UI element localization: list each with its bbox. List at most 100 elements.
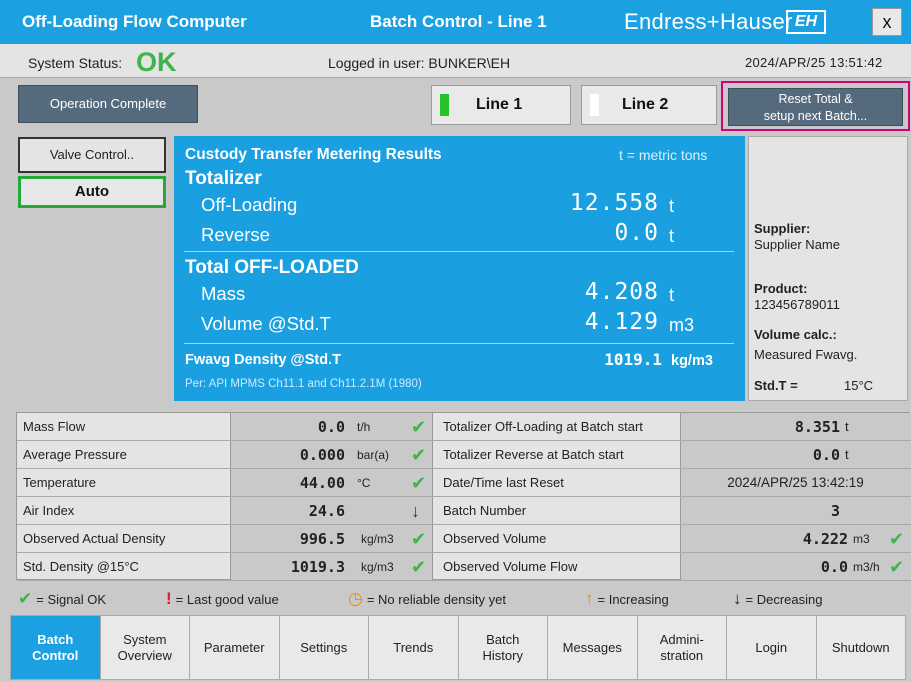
legend-no-density: ◷ = No reliable density yet <box>348 589 506 609</box>
measurement-unit: t/h <box>357 420 371 434</box>
legend-signal-ok-text: = Signal OK <box>36 592 106 607</box>
batch-info-unit: m3/h <box>853 560 880 574</box>
check-icon: ✔ <box>411 529 427 549</box>
measurement-value: 0.0 <box>317 418 345 436</box>
nav-label-line1: Batch <box>37 631 74 647</box>
table-row: Air Index 24.6 ↓ Batch Number 3 <box>17 497 911 525</box>
flow-computer-window: Off-Loading Flow Computer Batch Control … <box>0 0 911 682</box>
check-icon: ✔ <box>411 417 427 437</box>
batch-info-value: 4.222 <box>802 530 848 548</box>
totalizer-header: Totalizer <box>185 168 262 189</box>
reset-total-button[interactable]: Reset Total & setup next Batch... <box>728 88 903 126</box>
batch-info-value: 8.351 <box>794 418 840 436</box>
check-icon: ✔ <box>18 589 33 608</box>
status-bar: System Status: OK Logged in user: BUNKER… <box>0 44 911 78</box>
nav-batch-history-button[interactable]: Batch History <box>457 615 548 680</box>
nav-trends-button[interactable]: Trends <box>368 615 459 680</box>
system-status-value: OK <box>136 47 177 77</box>
measurement-unit: kg/m3 <box>361 560 394 574</box>
legend-decreasing: ↓ = Decreasing <box>733 589 822 609</box>
check-icon: ✔ <box>411 473 427 493</box>
nav-login-button[interactable]: Login <box>726 615 817 680</box>
batch-info-label: Totalizer Reverse at Batch start <box>443 447 624 462</box>
density-unit: kg/m3 <box>671 353 713 369</box>
measurement-label: Observed Actual Density <box>23 531 166 546</box>
nav-administration-button[interactable]: Admini-stration <box>636 615 727 680</box>
line2-button[interactable]: Line 2 <box>581 85 717 125</box>
results-divider <box>184 251 734 252</box>
measurement-value: 44.00 <box>299 474 345 492</box>
arrow-down-icon: ↓ <box>733 589 742 608</box>
logged-in-user: Logged in user: BUNKER\EH <box>328 55 511 71</box>
legend-signal-ok: ✔ = Signal OK <box>18 589 106 609</box>
measurement-unit: bar(a) <box>357 448 390 462</box>
batch-info-unit: t <box>845 419 849 434</box>
brand-name: Endress+Hauser <box>624 9 793 34</box>
nav-system-overview-button[interactable]: System Overview <box>99 615 190 680</box>
nav-parameter-button[interactable]: Parameter <box>189 615 280 680</box>
density-value: 1019.1 <box>604 350 662 369</box>
legend-increasing: ↑ = Increasing <box>585 589 669 609</box>
measurement-value: 0.000 <box>299 446 345 464</box>
mass-unit: t <box>669 285 675 305</box>
nav-label: Shutdown <box>832 640 890 656</box>
mass-label: Mass <box>201 283 246 304</box>
nav-label-line1: Batch <box>486 631 520 647</box>
batch-info-label: Observed Volume <box>443 531 547 546</box>
reset-button-line2: setup next Batch... <box>763 109 868 123</box>
nav-label: Parameter <box>204 640 265 656</box>
legend-last-good: ! = Last good value <box>166 589 279 609</box>
legend-no-density-text: = No reliable density yet <box>366 592 506 607</box>
arrow-up-icon: ↑ <box>585 589 594 608</box>
nav-label: Settings <box>300 640 347 656</box>
exclamation-icon: ! <box>166 589 172 608</box>
operation-complete-button[interactable]: Operation Complete <box>18 85 198 123</box>
line1-button[interactable]: Line 1 <box>431 85 571 125</box>
legend-last-good-text: = Last good value <box>175 592 279 607</box>
supplier-key: Supplier: <box>754 221 811 236</box>
legend-increasing-text: = Increasing <box>597 592 669 607</box>
batch-info-label: Date/Time last Reset <box>443 475 564 490</box>
volume-unit: m3 <box>669 315 695 335</box>
current-datetime: 2024/APR/25 13:51:42 <box>745 55 883 70</box>
reverse-unit: t <box>669 226 675 246</box>
density-label: Fwavg Density @Std.T <box>185 352 341 368</box>
measurement-label: Temperature <box>23 475 96 490</box>
reset-button-line1: Reset Total & <box>778 92 853 106</box>
main-panel: Valve Control.. Auto Custody Transfer Me… <box>0 132 911 404</box>
action-row: Operation Complete Line 1 Line 2 Reset T… <box>0 79 911 131</box>
valve-control-button[interactable]: Valve Control.. <box>18 137 166 173</box>
mass-value: 4.208 <box>584 279 659 305</box>
nav-label-line1: Login <box>755 639 788 655</box>
check-icon: ✔ <box>889 557 905 577</box>
table-row: Observed Actual Density 996.5 kg/m3 ✔ Observ… <box>17 525 911 553</box>
measurement-unit: kg/m3 <box>361 532 394 546</box>
nav-batch-control-button[interactable]: Batch Control <box>10 615 101 680</box>
batch-info-unit: m3 <box>853 532 870 546</box>
offloading-label: Off-Loading <box>201 194 298 215</box>
auto-mode-button[interactable]: Auto <box>18 176 166 208</box>
nav-label: Trends <box>393 640 433 656</box>
nav-label-line2: Control <box>32 647 79 663</box>
close-button[interactable]: x <box>872 8 902 36</box>
nav-label-line1: Trends <box>393 639 434 655</box>
nav-settings-button[interactable]: Settings <box>278 615 369 680</box>
volume-calc-value: Measured Fwavg. <box>754 347 858 362</box>
title-bar: Off-Loading Flow Computer Batch Control … <box>0 0 911 44</box>
std-temp-value: 15°C <box>844 378 874 393</box>
batch-info-value: 0.0 <box>812 446 840 464</box>
line2-inactive-indicator <box>590 94 599 116</box>
table-row: Average Pressure 0.000 bar(a) ✔ Totalizer Re… <box>17 441 911 469</box>
nav-messages-button[interactable]: Messages <box>547 615 638 680</box>
batch-info-unit: t <box>845 447 849 462</box>
nav-label-line1: Messages <box>562 639 622 655</box>
app-title: Off-Loading Flow Computer <box>22 12 247 31</box>
nav-label-line2: stration <box>660 647 704 663</box>
measurement-unit: °C <box>357 476 371 490</box>
clock-icon: ◷ <box>348 589 363 608</box>
nav-shutdown-button[interactable]: Shutdown <box>815 615 906 680</box>
legend: ✔ = Signal OK ! = Last good value ◷ = No re… <box>0 582 911 612</box>
brand-logo-icon: EH <box>786 10 826 34</box>
check-icon: ✔ <box>411 445 427 465</box>
batch-info-value: 3 <box>830 502 840 520</box>
